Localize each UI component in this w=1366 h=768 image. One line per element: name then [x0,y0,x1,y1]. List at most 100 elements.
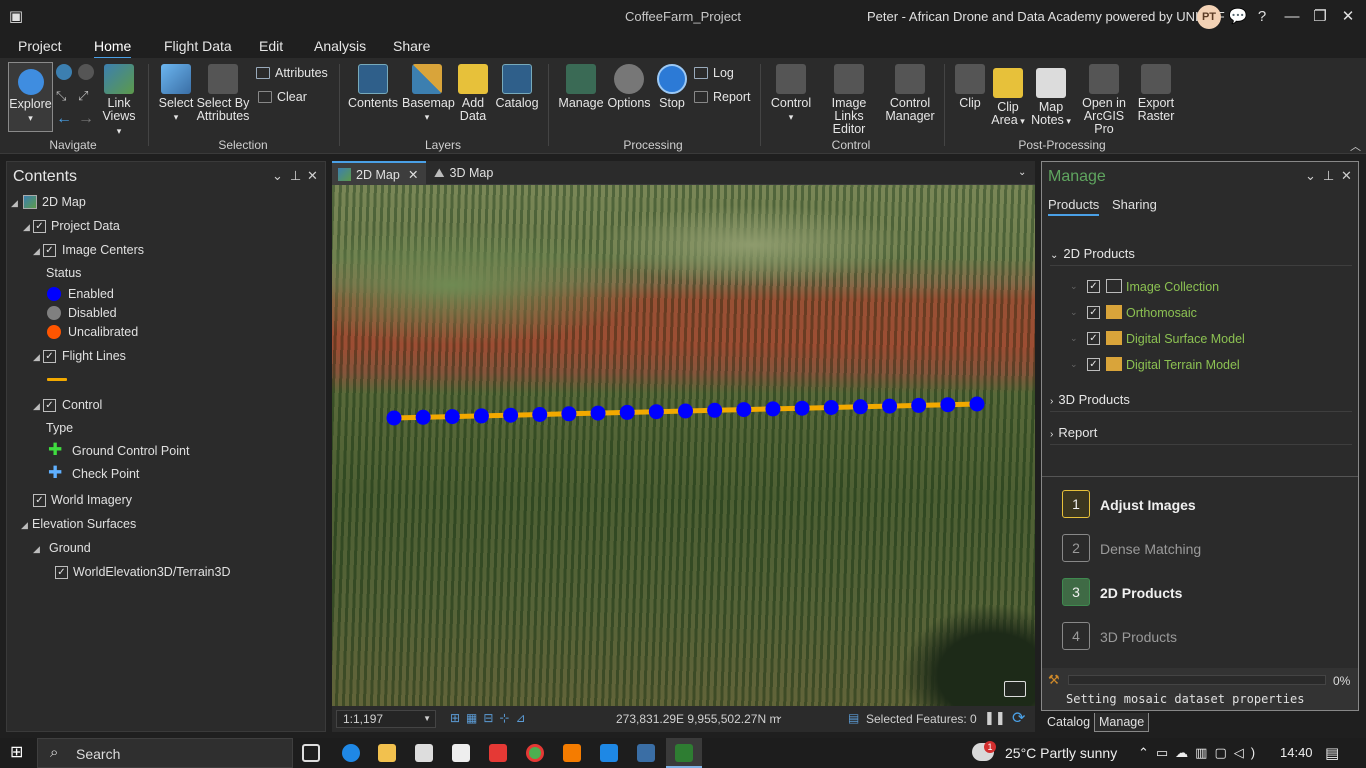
image-center-point[interactable] [765,401,781,417]
image-center-point[interactable] [940,397,956,413]
expand-triangle-icon[interactable]: ◢ [33,401,40,412]
log-button[interactable]: Log [694,66,734,80]
tray-icons[interactable]: ⌃▭☁▥▢◁) [1138,745,1262,761]
tab-flight-data[interactable]: Flight Data [164,38,232,54]
expand-triangle-icon[interactable]: ◢ [33,544,40,555]
image-center-point[interactable] [444,409,460,425]
open-in-arcgis-pro-button[interactable]: Open in ArcGIS Pro [1074,64,1134,136]
collapse-ribbon-icon[interactable]: ︿ [1350,138,1361,154]
select-button[interactable]: Select ▾ [156,64,196,124]
map-overview-icon[interactable] [1004,681,1026,697]
expand-triangle-icon[interactable]: ◢ [33,352,40,363]
chrome-icon[interactable] [526,744,544,762]
app-icon[interactable]: ▣ [6,7,26,27]
image-center-point[interactable] [969,396,985,412]
add-data-button[interactable]: Add Data [454,64,492,123]
image-center-point[interactable] [386,410,402,426]
weather-text[interactable]: 25°C Partly sunny [1005,745,1117,761]
section-2d-products[interactable]: ⌄ 2D Products [1050,242,1352,266]
image-center-point[interactable] [561,406,577,422]
avatar[interactable]: PT [1197,5,1221,29]
checkbox-world-imagery[interactable]: ✓ [33,494,46,507]
image-center-point[interactable] [590,405,606,421]
checkbox-control[interactable]: ✓ [43,399,56,412]
tab-project[interactable]: Project [18,38,62,54]
stop-button[interactable]: Stop [654,64,690,110]
image-links-editor-button[interactable]: Image Links Editor [818,64,880,136]
zoom-in-icon[interactable]: ⤡ [56,88,72,104]
image-center-point[interactable] [794,400,810,416]
scale-select[interactable]: 1:1,197 ▼ [336,710,436,728]
drone2map-icon[interactable] [637,744,655,762]
expand-triangle-icon[interactable]: ◢ [33,246,40,257]
tab-sharing[interactable]: Sharing [1112,197,1157,212]
tab-products[interactable]: Products [1048,197,1100,216]
tab-home[interactable]: Home [94,38,132,59]
tree-terrain[interactable]: WorldElevation3D/Terrain3D [73,565,230,579]
image-center-point[interactable] [473,408,489,424]
options-button[interactable]: Options [606,64,652,110]
attributes-button[interactable]: Attributes [256,66,328,80]
tab-list-chevron-icon[interactable]: ⌄ [1018,161,1026,185]
tab-edit[interactable]: Edit [259,38,283,54]
image-center-point[interactable] [503,407,519,423]
report-button[interactable]: Report [694,90,751,104]
expand-triangle-icon[interactable]: ◢ [23,222,30,233]
tree-control[interactable]: Control [62,398,102,412]
tab-catalog[interactable]: Catalog [1043,713,1094,732]
chevron-down-icon[interactable]: ⌄ [272,168,283,184]
coord-format-chevron-icon[interactable]: ⌄ [775,711,783,722]
image-center-point[interactable] [911,397,927,413]
product-image-collection[interactable]: Image Collection [1126,280,1219,294]
clock[interactable]: 14:40 [1280,745,1313,760]
full-extent-icon[interactable] [56,64,72,80]
edge-icon[interactable] [342,744,360,762]
pin-icon[interactable]: ⊥ [1323,168,1334,184]
pin-icon[interactable]: ⊥ [290,168,301,184]
image-center-point[interactable] [619,404,635,420]
tab-manage[interactable]: Manage [1094,713,1150,732]
checkbox-flight-lines[interactable]: ✓ [43,350,56,363]
checkbox-image-collection[interactable]: ✓ [1087,280,1100,293]
basemap-button[interactable]: Basemap ▾ [402,64,455,124]
explore-button[interactable]: Explore ▾ [8,62,53,132]
control-manager-button[interactable]: Control Manager [882,64,938,123]
zoom-out-icon[interactable]: ⤢ [78,88,94,104]
clip-area-button[interactable]: Clip Area ▾ [988,68,1028,128]
tree-elevation-surfaces[interactable]: Elevation Surfaces [32,517,136,531]
tree-ground[interactable]: Ground [49,541,91,555]
windows-start-icon[interactable]: ⊞ [10,745,23,761]
vlc-icon[interactable] [563,744,581,762]
image-center-point[interactable] [532,407,548,422]
tab-2d-map[interactable]: 2D Map ✕ [332,161,426,185]
back-icon[interactable]: ← [56,110,72,128]
checkbox-project-data[interactable]: ✓ [33,220,46,233]
tab-analysis[interactable]: Analysis [314,38,366,54]
close-icon[interactable]: ✕ [307,168,318,184]
expand-triangle-icon[interactable]: ◢ [21,520,28,531]
close-icon[interactable]: ✕ [1341,168,1352,184]
fixed-zoom-icon[interactable] [78,64,94,80]
checkbox-image-centers[interactable]: ✓ [43,244,56,257]
step-4-badge[interactable]: 4 [1062,622,1090,650]
clip-button[interactable]: Clip [952,64,988,110]
mail-icon[interactable] [452,744,470,762]
minimize-icon[interactable]: — [1282,7,1302,27]
step-1-badge[interactable]: 1 [1062,490,1090,518]
file-explorer-icon[interactable] [378,744,396,762]
youtube-icon[interactable] [489,744,507,762]
tab-3d-map[interactable]: ⛰ 3D Map [432,161,493,185]
expand-triangle-icon[interactable]: ◢ [11,198,18,209]
checkbox-dtm[interactable]: ✓ [1087,358,1100,371]
image-center-point[interactable] [678,403,693,419]
image-center-point[interactable] [823,400,839,415]
image-center-point[interactable] [415,409,431,425]
feedback-icon[interactable]: 💬 [1228,7,1248,27]
task-view-icon[interactable] [302,744,320,762]
image-center-point[interactable] [852,399,868,415]
checkbox-terrain[interactable]: ✓ [55,566,68,579]
contents-button[interactable]: Contents [348,64,398,110]
checkbox-dsm[interactable]: ✓ [1087,332,1100,345]
manage-button[interactable]: Manage [556,64,606,110]
control-button[interactable]: Control ▾ [768,64,814,124]
